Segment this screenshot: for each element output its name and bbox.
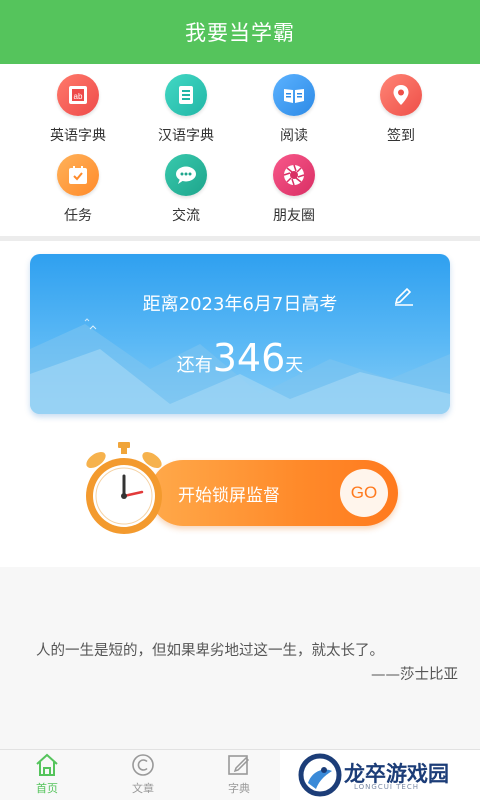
feature-communicate[interactable]: 交流 xyxy=(131,154,241,228)
open-book-icon xyxy=(273,74,315,116)
section-divider xyxy=(0,236,480,241)
go-button[interactable]: GO xyxy=(340,469,388,517)
tab-home[interactable]: 首页 xyxy=(17,753,77,799)
feature-label: 朋友圈 xyxy=(273,208,315,224)
countdown-remaining: 还有346天 xyxy=(30,336,450,380)
tab-articles[interactable]: 文章 xyxy=(113,753,173,799)
mountain-background xyxy=(30,318,450,414)
svg-text:ab: ab xyxy=(74,92,83,101)
tab-label: 首页 xyxy=(36,782,58,795)
watermark-subtext: LONGCUI TECH xyxy=(354,783,419,791)
feature-label: 交流 xyxy=(172,208,200,224)
quote-author: ——莎士比亚 xyxy=(371,667,458,683)
feature-label: 汉语字典 xyxy=(158,128,214,144)
top-header: 我要当学霸 xyxy=(0,0,480,64)
edit-pen-icon[interactable] xyxy=(392,282,416,306)
feature-grid: ab 英语字典 汉语字典 阅读 签到 任务 交流 朋友圈 xyxy=(0,64,480,236)
edit-box-icon xyxy=(228,755,250,775)
dragon-logo-icon xyxy=(298,753,342,797)
tab-label: 文章 xyxy=(132,782,154,795)
calendar-check-icon xyxy=(57,154,99,196)
tab-dictionary[interactable]: 字典 xyxy=(209,753,269,799)
location-pin-icon xyxy=(380,74,422,116)
watermark-logo: 龙卒游戏园 LONGCUI TECH xyxy=(280,750,480,800)
alarm-clock-icon xyxy=(86,442,162,534)
countdown-suffix: 天 xyxy=(285,355,304,376)
feature-label: 签到 xyxy=(387,128,415,144)
copyright-circle-icon xyxy=(132,754,154,776)
feature-moments[interactable]: 朋友圈 xyxy=(239,154,349,228)
exam-countdown-card: 距离2023年6月7日高考 还有346天 xyxy=(30,254,450,414)
countdown-title: 距离2023年6月7日高考 xyxy=(142,294,338,315)
go-label: GO xyxy=(350,483,378,502)
feature-label: 任务 xyxy=(64,208,92,224)
feature-chinese-dictionary[interactable]: 汉语字典 xyxy=(131,74,241,148)
page-title: 我要当学霸 xyxy=(185,21,295,45)
quote-text: 人的一生是短的，但如果卑劣地过这一生，就太长了。 xyxy=(36,643,384,659)
home-icon xyxy=(36,753,58,776)
lock-button-label: 开始锁屏监督 xyxy=(178,486,280,506)
feature-label: 英语字典 xyxy=(50,128,106,144)
start-lock-supervision-button[interactable]: 开始锁屏监督 GO xyxy=(150,460,398,526)
tab-label: 字典 xyxy=(228,782,250,795)
countdown-prefix: 还有 xyxy=(176,355,213,376)
feature-english-dictionary[interactable]: ab 英语字典 xyxy=(23,74,133,148)
chat-bubble-icon xyxy=(165,154,207,196)
feature-check-in[interactable]: 签到 xyxy=(346,74,456,148)
feature-reading[interactable]: 阅读 xyxy=(239,74,349,148)
book-icon xyxy=(165,74,207,116)
feature-tasks[interactable]: 任务 xyxy=(23,154,133,228)
aperture-icon xyxy=(273,154,315,196)
countdown-days: 346 xyxy=(212,336,286,380)
dictionary-ab-icon: ab xyxy=(57,74,99,116)
feature-label: 阅读 xyxy=(280,128,308,144)
quote-section: 人的一生是短的，但如果卑劣地过这一生，就太长了。 ——莎士比亚 xyxy=(0,567,480,749)
